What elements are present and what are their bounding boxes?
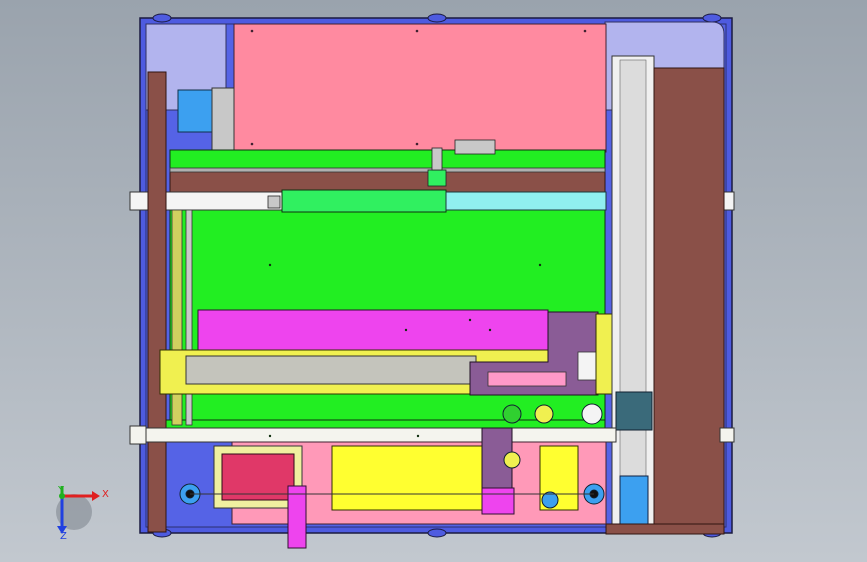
cad-viewport[interactable]: X Y Z (0, 0, 867, 562)
crimson-box (221, 453, 295, 501)
triad-x-arrow (92, 491, 100, 501)
lower-purple-base (481, 487, 515, 515)
linear-guide-green[interactable] (281, 189, 447, 213)
cross-rail-upper-strip (169, 167, 606, 173)
motor-bracket (211, 87, 235, 151)
cross-rail-upper[interactable] (169, 169, 606, 193)
triad-x-label: X (102, 489, 109, 500)
right-motor[interactable] (615, 391, 653, 431)
lower-guide-end-right (719, 427, 735, 443)
right-motor-lower (619, 475, 649, 525)
lower-guide-rail[interactable] (131, 427, 617, 443)
right-brown-column[interactable] (653, 67, 725, 533)
carriage-label-plate (487, 371, 567, 387)
lower-guide-end-left (129, 425, 147, 445)
left-vertical-rail[interactable] (147, 71, 167, 533)
magenta-slide[interactable] (197, 309, 549, 355)
motor-upper-left[interactable] (177, 89, 213, 133)
linear-guide-cyan[interactable] (445, 191, 607, 211)
grey-beam-core (185, 355, 477, 385)
top-pink-plate[interactable] (233, 23, 607, 153)
triad-y-label: Y (58, 485, 65, 496)
triad-z-label: Z (60, 531, 67, 542)
right-column-base (605, 523, 725, 535)
assembly-model[interactable] (0, 0, 867, 562)
carriage-side-block (577, 351, 597, 381)
right-vertical-rail-channel (619, 59, 647, 521)
lower-yellow-tray[interactable] (331, 445, 485, 511)
magenta-post (287, 485, 307, 549)
